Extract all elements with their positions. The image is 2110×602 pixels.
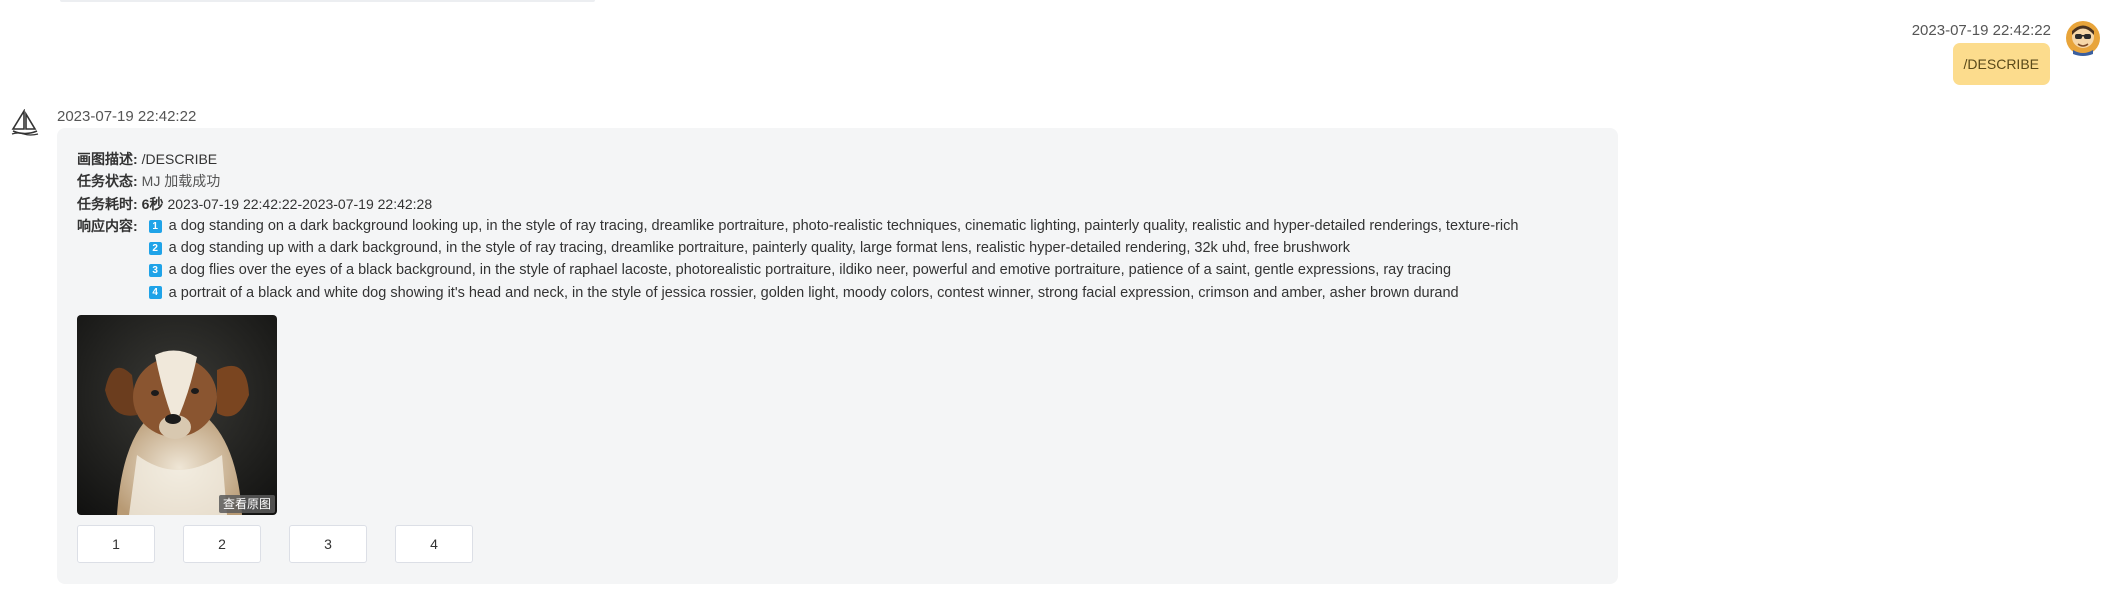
duration-label: 任务耗时: [77, 195, 138, 212]
description-label: 画图描述: [77, 151, 138, 167]
status-value: MJ 加载成功 [141, 173, 221, 190]
bot-message-card: 画图描述: /DESCRIBE 任务状态: MJ 加载成功 任务耗时: 6秒 2… [57, 128, 1618, 584]
list-item: 4 a portrait of a black and white dog sh… [142, 282, 1519, 304]
duration-row: 任务耗时: 6秒 2023-07-19 22:42:22-2023-07-19 … [77, 193, 1518, 215]
number-badge: 2 [148, 241, 162, 255]
previous-message-edge [60, 0, 595, 2]
option-button-2[interactable]: 2 [183, 525, 261, 563]
status-row: 任务状态: MJ 加载成功 [77, 170, 1518, 192]
user-message-time: 2023-07-19 22:42:22 [1911, 22, 2051, 39]
response-text: a dog standing on a dark background look… [168, 217, 1519, 234]
description-row: 画图描述: /DESCRIBE [77, 148, 1518, 170]
response-row: 响应内容: 1 a dog standing on a dark backgro… [77, 215, 1518, 304]
option-button-3[interactable]: 3 [289, 525, 367, 563]
task-info: 画图描述: /DESCRIBE 任务状态: MJ 加载成功 任务耗时: 6秒 2… [77, 148, 1518, 304]
option-button-1[interactable]: 1 [77, 525, 155, 563]
response-label: 响应内容: [77, 217, 138, 234]
generated-image[interactable]: 查看原图 [77, 315, 277, 515]
list-item: 1 a dog standing on a dark background lo… [142, 215, 1519, 237]
number-badge: 1 [148, 219, 162, 233]
status-label: 任务状态: [77, 173, 138, 190]
description-value: /DESCRIBE [141, 151, 218, 167]
response-text: a dog flies over the eyes of a black bac… [168, 262, 1452, 279]
response-list: 1 a dog standing on a dark background lo… [142, 215, 1519, 304]
user-avatar-icon [2066, 21, 2100, 56]
user-message-bubble: /DESCRIBE [1952, 43, 2050, 85]
number-badge: 3 [148, 264, 162, 278]
response-text: a portrait of a black and white dog show… [168, 284, 1459, 301]
midjourney-boat-icon [11, 108, 39, 136]
bot-avatar[interactable] [10, 108, 40, 137]
list-item: 2 a dog standing up with a dark backgrou… [142, 237, 1519, 259]
variation-buttons: 1 2 3 4 [77, 525, 501, 563]
dog-photo-icon [77, 315, 277, 515]
number-badge: 4 [148, 286, 162, 300]
bot-message-time: 2023-07-19 22:42:22 [57, 108, 197, 125]
user-avatar[interactable] [2065, 20, 2101, 56]
response-text: a dog standing up with a dark background… [168, 240, 1350, 257]
duration-range: 2023-07-19 22:42:22-2023-07-19 22:42:28 [167, 195, 433, 212]
view-original-button[interactable]: 查看原图 [218, 495, 275, 513]
duration-seconds: 6秒 [141, 195, 164, 212]
option-button-4[interactable]: 4 [395, 525, 473, 563]
list-item: 3 a dog flies over the eyes of a black b… [142, 259, 1519, 281]
